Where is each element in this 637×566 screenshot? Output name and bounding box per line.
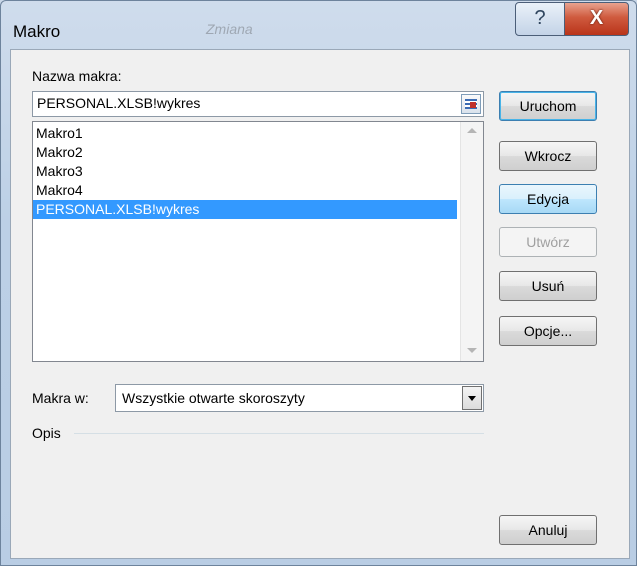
vertical-scrollbar[interactable] xyxy=(460,122,483,361)
delete-button[interactable]: Usuń xyxy=(499,271,597,301)
background-ghost-text: Zmiana xyxy=(206,21,253,37)
description-divider xyxy=(74,433,484,434)
cancel-button[interactable]: Anuluj xyxy=(499,515,597,545)
macros-in-select[interactable]: Wszystkie otwarte skoroszyty xyxy=(115,384,484,412)
help-button[interactable]: ? xyxy=(515,2,565,36)
macro-name-label: Nazwa makra: xyxy=(32,68,122,84)
macro-dialog: Makro Zmiana ? X Nazwa makra: Makro1 Mak… xyxy=(0,0,637,566)
range-picker-icon[interactable] xyxy=(461,94,481,114)
close-button[interactable]: X xyxy=(564,2,629,36)
macro-list[interactable]: Makro1 Makro2 Makro3 Makro4 PERSONAL.XLS… xyxy=(32,121,484,362)
create-button[interactable]: Utwórz xyxy=(499,227,597,257)
macros-in-value: Wszystkie otwarte skoroszyty xyxy=(122,390,305,406)
help-icon: ? xyxy=(534,7,546,29)
scroll-up-icon[interactable] xyxy=(467,128,477,133)
description-label: Opis xyxy=(32,425,61,441)
list-item[interactable]: Makro1 xyxy=(33,124,457,143)
window-title: Makro xyxy=(13,22,61,41)
run-button[interactable]: Uruchom xyxy=(499,91,597,121)
macro-name-field[interactable] xyxy=(32,91,484,117)
macro-name-input[interactable] xyxy=(37,95,449,111)
edit-button[interactable]: Edycja xyxy=(499,184,597,214)
list-item-selected[interactable]: PERSONAL.XLSB!wykres xyxy=(33,200,457,219)
close-icon: X xyxy=(589,7,604,29)
macros-in-label: Makra w: xyxy=(32,390,89,406)
list-item[interactable]: Makro4 xyxy=(33,181,457,200)
step-into-button[interactable]: Wkrocz xyxy=(499,141,597,171)
chevron-down-icon[interactable] xyxy=(462,386,482,410)
dialog-body: Nazwa makra: Makro1 Makro2 Makro3 Makro4… xyxy=(10,49,630,559)
options-button[interactable]: Opcje... xyxy=(499,316,597,346)
scroll-down-icon[interactable] xyxy=(467,348,477,353)
list-item[interactable]: Makro2 xyxy=(33,143,457,162)
list-item[interactable]: Makro3 xyxy=(33,162,457,181)
